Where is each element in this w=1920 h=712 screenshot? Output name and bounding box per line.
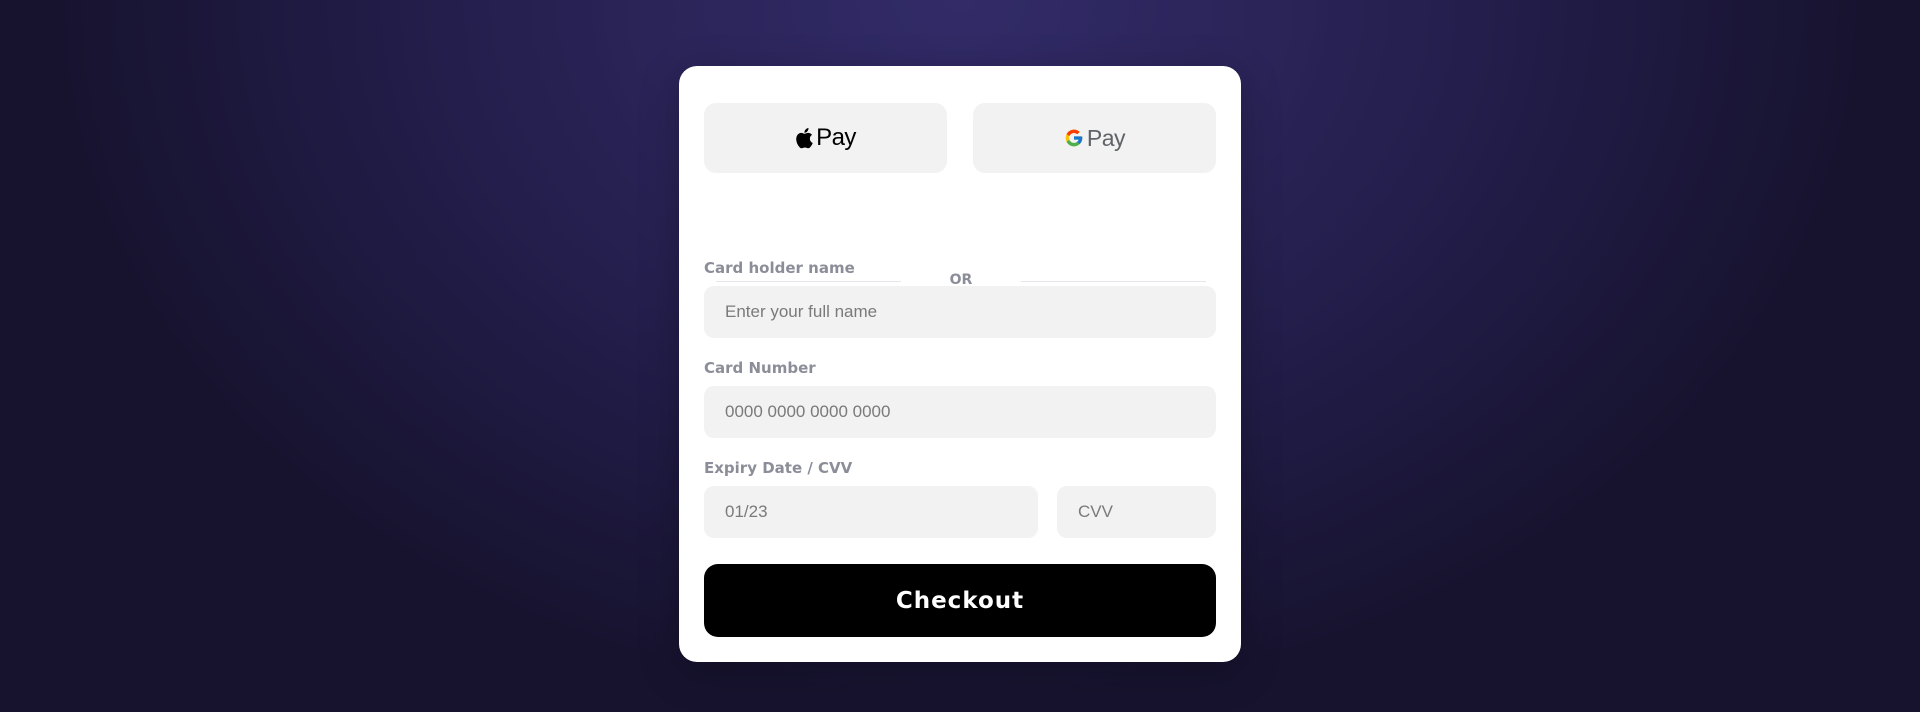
apple-pay-label: Pay (816, 124, 856, 151)
cardholder-name-label: Card holder name (704, 259, 855, 277)
divider-line-right (1021, 281, 1206, 282)
card-number-input[interactable] (704, 386, 1216, 438)
wallet-buttons: Pay Pay (704, 103, 1216, 173)
payment-card: Pay Pay OR Card holder name Card Number … (679, 66, 1241, 662)
google-logo-icon (1064, 128, 1084, 148)
google-pay-button[interactable]: Pay (973, 103, 1216, 173)
checkout-button[interactable]: Checkout (704, 564, 1216, 637)
expiry-cvv-label: Expiry Date / CVV (704, 459, 853, 477)
google-pay-label: Pay (1086, 124, 1126, 151)
cardholder-name-input[interactable] (704, 286, 1216, 338)
card-number-label: Card Number (704, 359, 816, 377)
expiry-date-input[interactable] (704, 486, 1038, 538)
cvv-input[interactable] (1057, 486, 1216, 538)
apple-logo-icon (795, 127, 813, 149)
apple-pay-button[interactable]: Pay (704, 103, 947, 173)
